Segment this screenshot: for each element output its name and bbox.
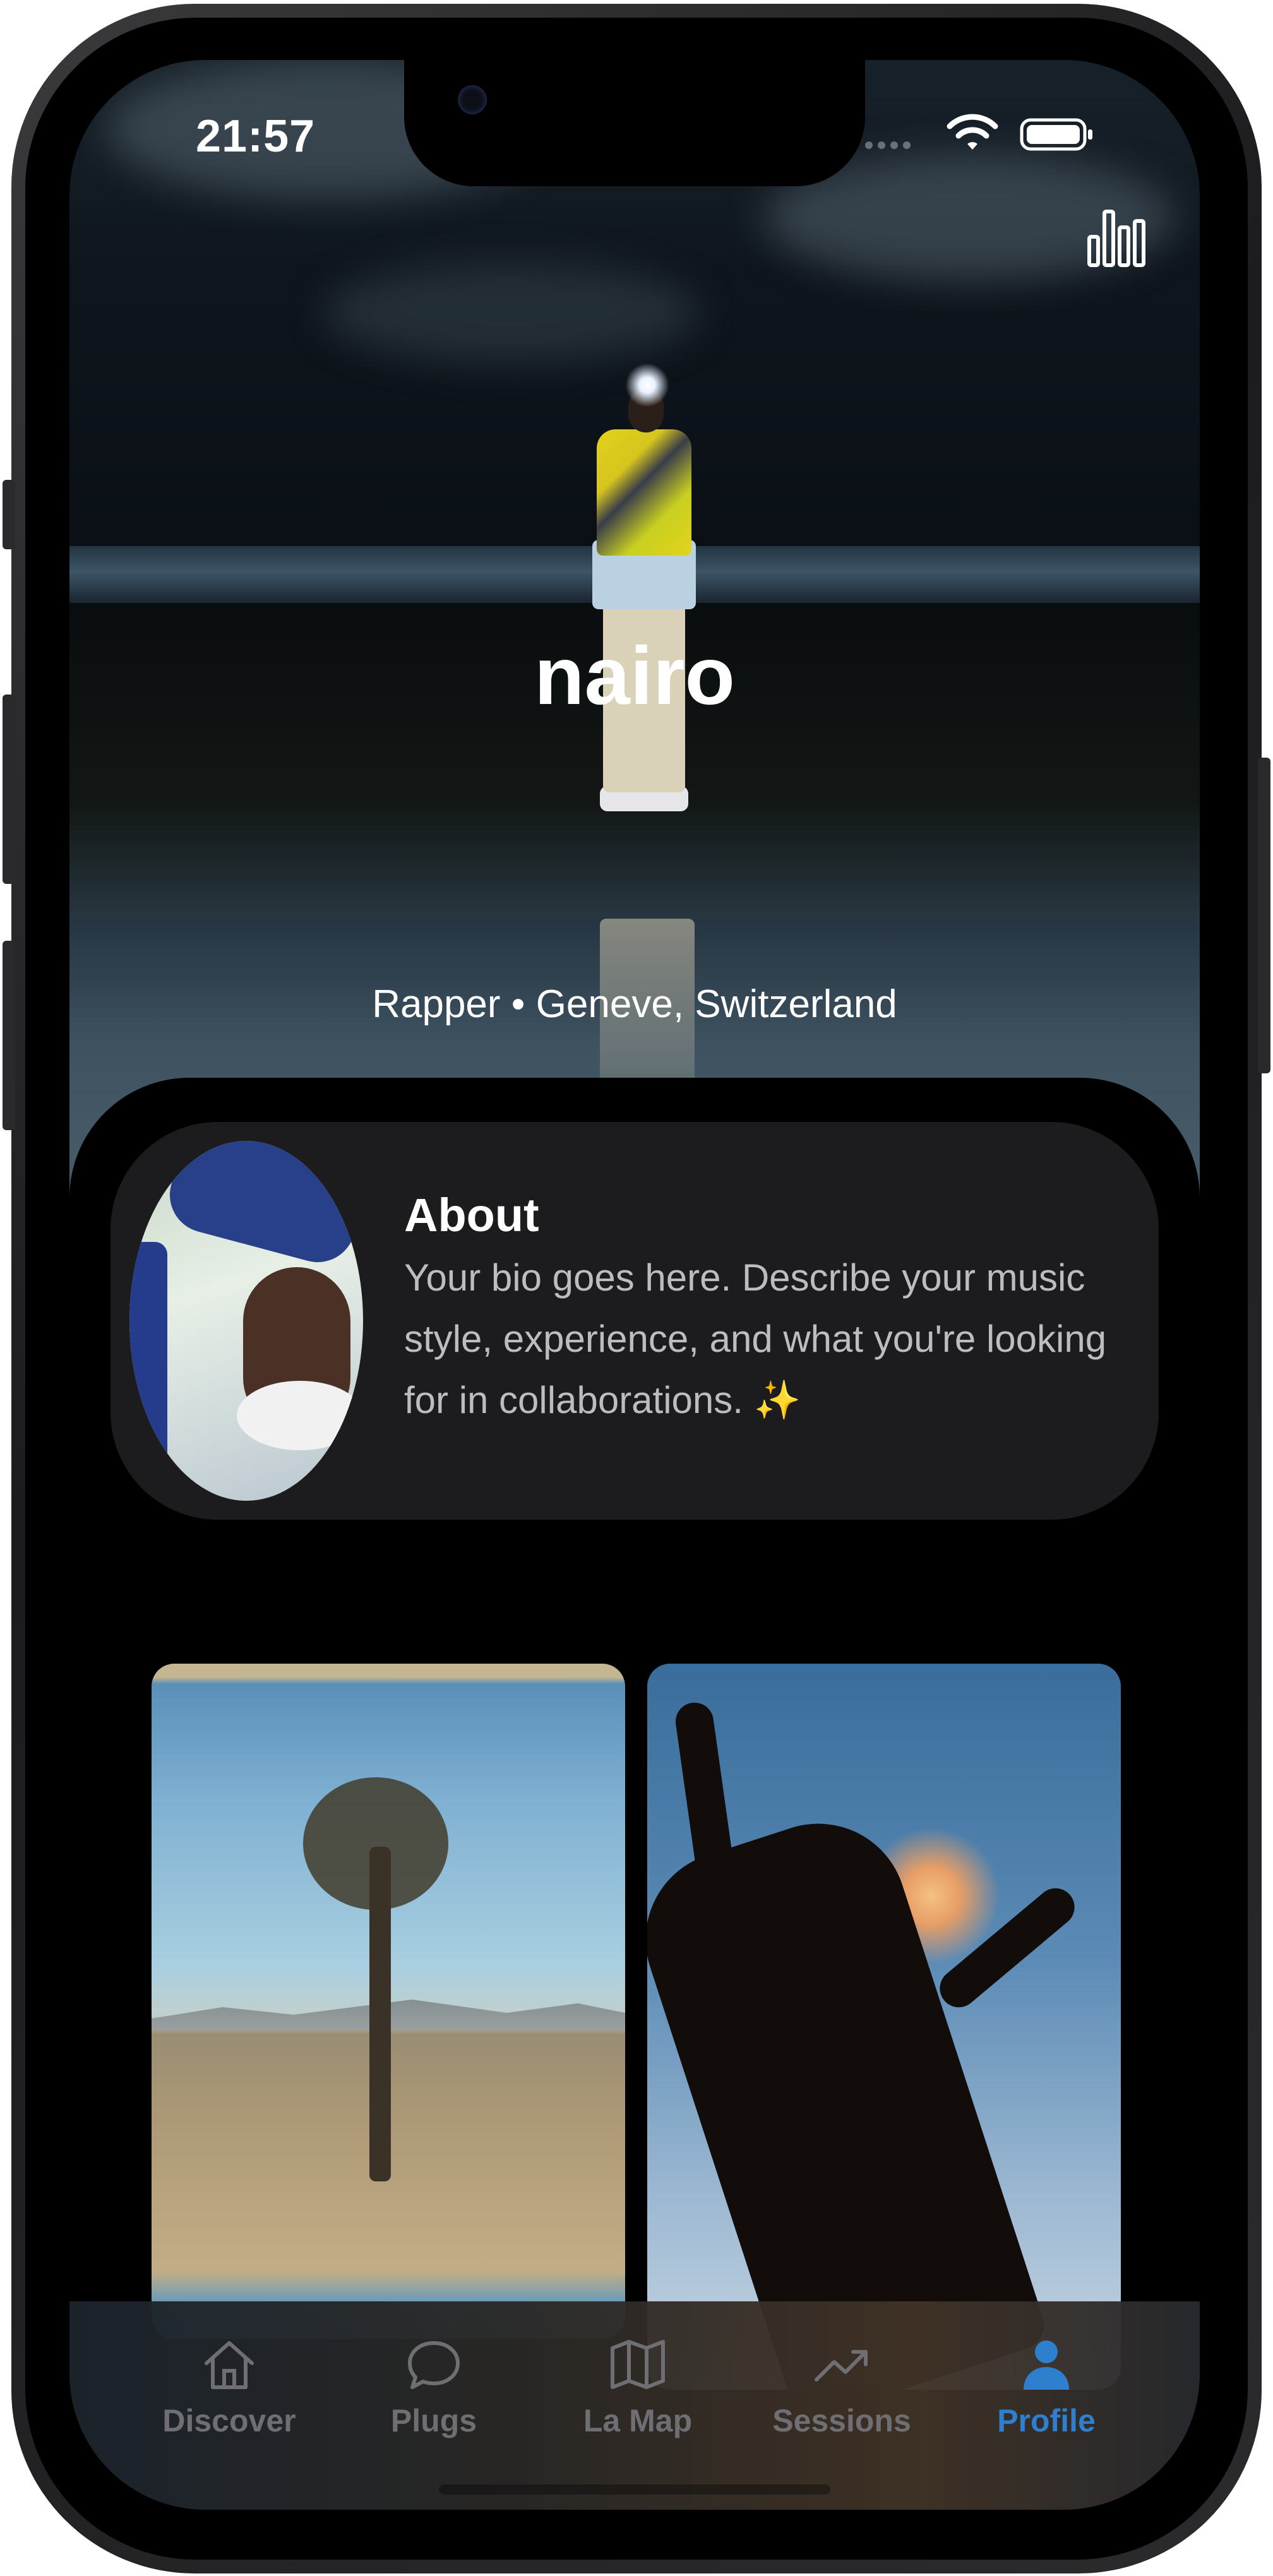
tab-profile[interactable]: Profile (945, 2333, 1147, 2447)
wifi-icon (947, 114, 998, 150)
gallery-photo-desert[interactable] (152, 1664, 625, 2339)
status-time: 21:57 (196, 111, 316, 162)
mute-switch (3, 480, 15, 549)
person-icon (1024, 2340, 1069, 2390)
signal-dots (865, 141, 922, 149)
profile-role-location: Rapper • Geneve, Switzerland (372, 982, 897, 1026)
about-photo (129, 1141, 363, 1501)
notch (404, 60, 865, 186)
volume-up-button (3, 695, 15, 884)
tab-label: Plugs (390, 2403, 477, 2438)
photo-hat (237, 1381, 363, 1450)
tab-discover[interactable]: Discover (128, 2333, 330, 2447)
tab-label: Profile (997, 2403, 1096, 2438)
silhouette-arm (932, 1880, 1082, 2015)
tab-label: Sessions (772, 2403, 911, 2438)
joshua-tree-trunk (369, 1847, 391, 2181)
tab-sessions[interactable]: Sessions (741, 2333, 943, 2447)
tab-label: La Map (583, 2403, 693, 2438)
battery-icon (1020, 118, 1092, 151)
home-indicator (439, 2484, 830, 2495)
phone-device: 21:57 nairo Rapper • Geneve, Switzerland (0, 0, 1273, 2576)
profile-name: nairo (534, 629, 735, 722)
photo-sleeve (161, 1141, 363, 1271)
photo-figure (129, 1242, 167, 1469)
tab-la-map[interactable]: La Map (537, 2333, 739, 2447)
headlamp-light (625, 363, 669, 407)
about-bio: Your bio goes here. Describe your music … (404, 1256, 1107, 1421)
cloud (322, 262, 701, 363)
gallery-photo-silhouette[interactable] (647, 1664, 1121, 2390)
about-title: About (404, 1189, 539, 1241)
home-icon (205, 2341, 254, 2389)
power-button (1258, 758, 1270, 1073)
trending-up-icon (815, 2350, 868, 2382)
front-camera (458, 85, 487, 114)
tab-plugs[interactable]: Plugs (333, 2333, 535, 2447)
screen: 21:57 nairo Rapper • Geneve, Switzerland (69, 60, 1200, 2510)
jacket (597, 429, 691, 556)
tab-label: Discover (162, 2403, 296, 2438)
volume-down-button (3, 941, 15, 1130)
chat-bubble-icon (408, 2341, 460, 2389)
stats-icon[interactable] (1086, 199, 1146, 268)
map-icon (611, 2340, 665, 2389)
